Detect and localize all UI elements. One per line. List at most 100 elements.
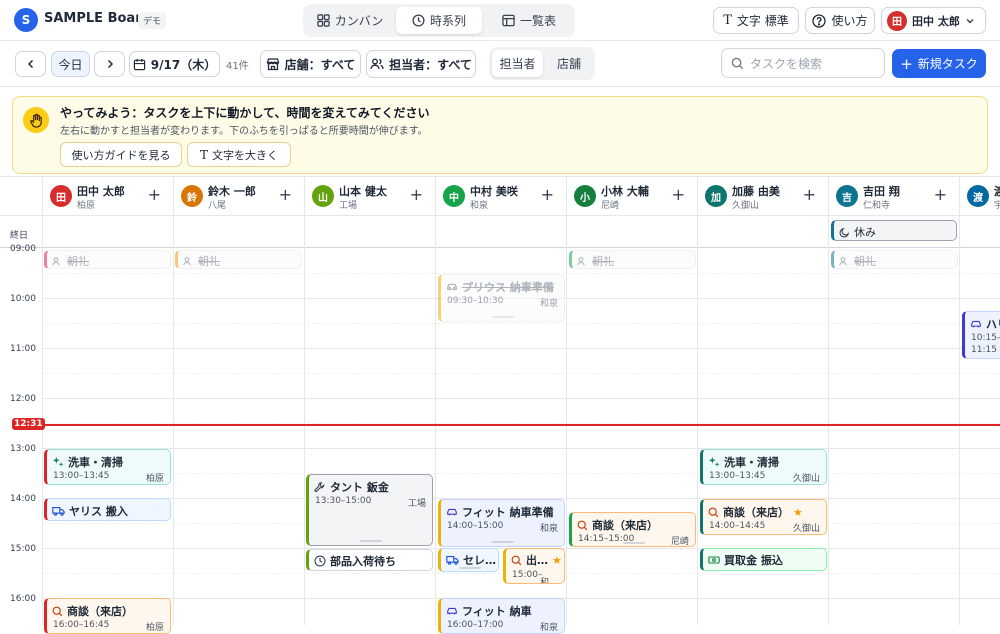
task-location: 柏原 bbox=[145, 623, 164, 633]
add-task-icon[interactable]: + bbox=[541, 185, 554, 204]
users-icon bbox=[577, 256, 585, 265]
prev-day-button[interactable] bbox=[15, 51, 46, 77]
task-location: 和泉 bbox=[539, 524, 558, 534]
clock-icon bbox=[314, 555, 326, 567]
add-task-icon[interactable]: + bbox=[934, 185, 947, 204]
resize-handle[interactable] bbox=[458, 567, 481, 569]
guide-button[interactable]: 使い方ガイドを見る bbox=[60, 142, 182, 167]
column-name: 小林 大輔 bbox=[601, 185, 649, 198]
new-task-button[interactable]: + 新規タスク bbox=[892, 49, 986, 78]
column-header: 加 加藤 由美 久御山 + bbox=[697, 177, 828, 217]
time-label: 13:00 bbox=[10, 444, 36, 454]
task-card[interactable]: 洗車・清掃 13:00–13:45 久御山 bbox=[700, 449, 827, 485]
task-title: 出… bbox=[526, 554, 548, 567]
store-filter[interactable]: 店舗：すべて bbox=[260, 50, 361, 78]
user-menu[interactable]: 田 田中 太郎 bbox=[881, 7, 986, 34]
task-card[interactable]: 商談（来店） 14:15–15:00 尼崎 bbox=[569, 512, 696, 547]
today-button[interactable]: 今日 bbox=[51, 51, 90, 77]
add-task-icon[interactable]: + bbox=[803, 185, 816, 204]
column-location: 工場 bbox=[339, 201, 358, 211]
time-label: 12:00 bbox=[10, 394, 36, 404]
sparkle-icon bbox=[52, 456, 64, 467]
tab-kanban-label: カンバン bbox=[334, 14, 384, 28]
chevron-left-icon bbox=[27, 59, 33, 69]
tab-list[interactable]: 一覧表 bbox=[486, 7, 572, 34]
banner-title: やってみよう：タスクを上下に動かして、時間を変えてみてください bbox=[60, 106, 430, 120]
avatar: 加 bbox=[705, 185, 727, 207]
task-title: 商談（来店） bbox=[592, 519, 658, 532]
date-picker-button[interactable]: 9/17（木） bbox=[129, 51, 220, 77]
person-filter[interactable]: 担当者：すべて bbox=[366, 50, 476, 78]
group-by-person[interactable]: 担当者 bbox=[492, 50, 543, 77]
column-header: 吉 吉田 翔 仁和寺 + bbox=[828, 177, 959, 217]
task-card[interactable]: 商談（来店） 16:00–16:45 柏原 bbox=[44, 598, 171, 634]
task-card[interactable]: 部品入荷待ち bbox=[306, 549, 433, 571]
sparkle-icon bbox=[708, 456, 720, 467]
task-location: 和泉 bbox=[539, 299, 558, 309]
calendar-icon bbox=[133, 58, 145, 70]
store-icon bbox=[266, 58, 280, 71]
task-card[interactable]: 朝礼 bbox=[175, 250, 302, 269]
task-card[interactable]: 出… ★ 15:00– 和… bbox=[503, 548, 565, 584]
help-button[interactable]: 使い方 bbox=[805, 7, 875, 34]
resize-handle[interactable] bbox=[491, 541, 514, 543]
tab-timeline[interactable]: 時系列 bbox=[396, 7, 482, 34]
add-task-icon[interactable]: + bbox=[148, 185, 161, 204]
toolbar: 今日 9/17（木） 41件 店舗：すべて 担当者：すべて 担当者 店舗 タスク… bbox=[0, 41, 1000, 87]
task-time: 16:00–17:00 bbox=[447, 620, 504, 630]
all-day-label: 終日 bbox=[10, 231, 29, 241]
text-size-label: 文字 標準 bbox=[736, 14, 789, 28]
task-card[interactable]: 朝礼 bbox=[831, 250, 958, 269]
user-name: 田中 太郎 bbox=[912, 14, 960, 28]
task-card[interactable]: セレ… bbox=[438, 548, 499, 572]
task-card[interactable]: プリウス 納車準備 09:30–10:30 和泉 bbox=[438, 274, 565, 322]
resize-handle[interactable] bbox=[359, 540, 382, 542]
avatar: 鈴 bbox=[181, 185, 203, 207]
add-task-icon[interactable]: + bbox=[279, 185, 292, 204]
add-task-icon[interactable]: + bbox=[410, 185, 423, 204]
task-card[interactable]: 朝礼 bbox=[569, 250, 696, 269]
task-title: フィット 納車 bbox=[462, 605, 532, 618]
plus-icon: + bbox=[900, 54, 913, 73]
task-card[interactable]: 商談（来店） ★ 14:00–14:45 久御山 bbox=[700, 499, 827, 535]
grid-icon bbox=[316, 14, 330, 27]
text-size-button[interactable]: T 文字 標準 bbox=[713, 7, 799, 34]
task-card[interactable]: タント 鈑金 13:30–15:00 工場 bbox=[306, 474, 433, 546]
task-card[interactable]: ハリ 10:15– 11:15 bbox=[962, 311, 1000, 359]
avatar: 山 bbox=[312, 185, 334, 207]
moon-icon bbox=[839, 227, 850, 237]
group-by-store[interactable]: 店舗 bbox=[546, 50, 592, 77]
car-icon bbox=[447, 283, 457, 291]
search-placeholder: タスクを検索 bbox=[750, 56, 823, 71]
tab-list-label: 一覧表 bbox=[519, 14, 556, 28]
resize-handle[interactable] bbox=[491, 316, 514, 318]
resize-handle[interactable] bbox=[622, 542, 645, 544]
task-time: 10:15– bbox=[971, 333, 1000, 343]
task-card[interactable]: 買取金 振込 bbox=[700, 548, 827, 571]
next-day-button[interactable] bbox=[94, 51, 125, 77]
help-label: 使い方 bbox=[831, 14, 868, 28]
task-card[interactable]: フィット 納車準備 14:00–15:00 和泉 bbox=[438, 499, 565, 547]
time-label: 09:00 bbox=[10, 244, 36, 254]
chevron-down-icon bbox=[966, 18, 974, 23]
group-by-switch: 担当者 店舗 bbox=[489, 47, 595, 80]
task-card[interactable]: 朝礼 bbox=[44, 250, 171, 269]
task-card[interactable]: ヤリス 搬入 bbox=[44, 498, 171, 521]
task-title: 買取金 振込 bbox=[724, 554, 783, 567]
avatar: 吉 bbox=[836, 185, 858, 207]
search-input[interactable]: タスクを検索 bbox=[721, 48, 885, 78]
task-card[interactable]: フィット 納車 16:00–17:00 和泉 bbox=[438, 598, 565, 634]
enlarge-text-button[interactable]: T 文字を大きく bbox=[187, 142, 291, 167]
task-card[interactable]: 洗車・清掃 13:00–13:45 柏原 bbox=[44, 449, 171, 485]
tab-kanban[interactable]: カンバン bbox=[307, 7, 393, 34]
current-time-line bbox=[42, 424, 1000, 426]
column-name: 山本 健太 bbox=[339, 185, 387, 198]
add-task-icon[interactable]: + bbox=[672, 185, 685, 204]
truck-icon bbox=[52, 506, 65, 516]
users-icon bbox=[839, 256, 847, 265]
column-name: 中村 美咲 bbox=[470, 185, 518, 198]
task-card[interactable]: 休み bbox=[831, 220, 957, 241]
view-switcher: カンバン 時系列 一覧表 bbox=[303, 4, 575, 37]
new-task-label: 新規タスク bbox=[917, 57, 978, 71]
person-filter-label: 担当者：すべて bbox=[389, 57, 472, 72]
